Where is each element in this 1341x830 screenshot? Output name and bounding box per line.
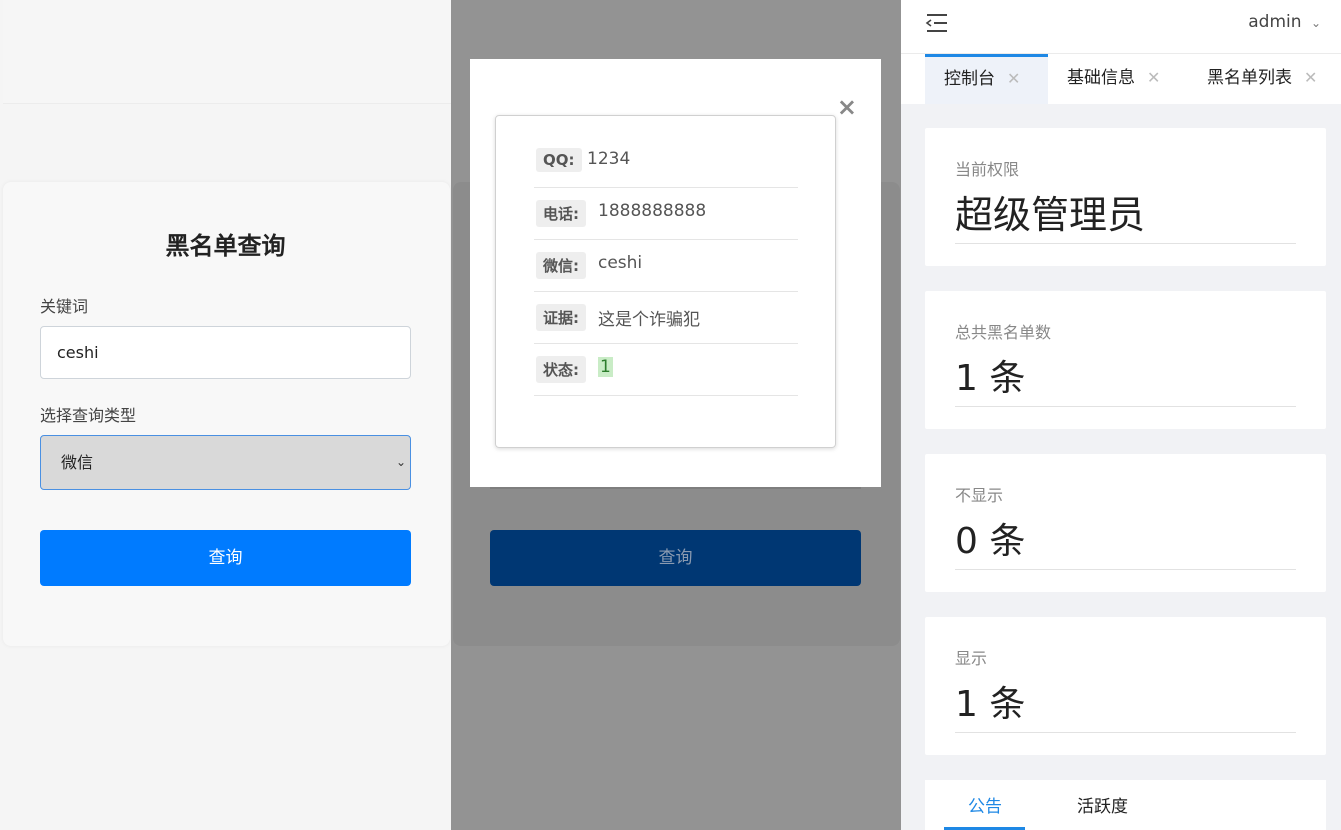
tab-label: 基础信息 — [1067, 68, 1135, 88]
stat-value: 1 条 — [955, 358, 1026, 399]
tab-activity[interactable]: 活跃度 — [1077, 792, 1128, 817]
tab-basic-info[interactable]: 基础信息 ✕ — [1067, 54, 1160, 104]
user-menu[interactable]: admin ⌄ — [1248, 12, 1321, 32]
status-badge: 1 — [598, 357, 613, 377]
stat-caption: 不显示 — [955, 486, 1004, 505]
close-icon[interactable]: × — [837, 93, 857, 121]
keyword-input[interactable]: ceshi — [40, 326, 411, 379]
header: admin ⌄ — [901, 0, 1341, 54]
page-title: 黑名单查询 — [165, 232, 286, 260]
result-card: QQ: 1234 电话: 1888888888 微信: ceshi 证据: 这是… — [495, 115, 836, 448]
result-value: 1234 — [587, 149, 631, 169]
search-panel: 黑名单查询 关键词 ceshi 选择查询类型 微信 ⌄ 查询 — [0, 0, 451, 830]
divider — [955, 732, 1296, 733]
result-value: ceshi — [598, 253, 643, 273]
tab-bar: 控制台 ✕ 基础信息 ✕ 黑名单列表 ✕ — [901, 54, 1341, 104]
result-row: 微信: ceshi — [534, 240, 798, 292]
stat-card-total: 总共黑名单数 1 条 — [925, 291, 1326, 429]
tab-console[interactable]: 控制台 ✕ — [925, 54, 1048, 104]
result-row: 证据: 这是个诈骗犯 — [534, 292, 798, 344]
menu-fold-icon[interactable] — [925, 12, 949, 34]
tab-label: 黑名单列表 — [1207, 68, 1292, 88]
bottom-tabs: 公告 活跃度 — [925, 780, 1326, 830]
result-panel: 查询 × QQ: 1234 电话: 1888888888 微信: ceshi 证… — [451, 0, 901, 830]
result-modal: × QQ: 1234 电话: 1888888888 微信: ceshi 证据: … — [470, 59, 881, 487]
result-key: QQ: — [536, 148, 582, 172]
type-select[interactable]: 微信 ⌄ — [40, 435, 411, 490]
query-button[interactable]: 查询 — [40, 530, 411, 586]
tab-label: 控制台 — [944, 69, 995, 89]
type-select-value: 微信 — [61, 453, 94, 472]
stat-caption: 总共黑名单数 — [955, 323, 1052, 342]
result-row: 电话: 1888888888 — [534, 188, 798, 240]
stat-value: 超级管理员 — [955, 193, 1146, 237]
stat-value: 0 条 — [955, 521, 1026, 562]
tab-notice[interactable]: 公告 — [968, 792, 1002, 817]
stat-caption: 当前权限 — [955, 160, 1020, 179]
dimmed-query-button: 查询 — [490, 530, 861, 586]
stat-card-shown: 显示 1 条 — [925, 617, 1326, 755]
divider — [955, 569, 1296, 570]
chevron-down-icon: ⌄ — [1310, 16, 1321, 30]
user-name: admin — [1248, 12, 1302, 32]
close-icon[interactable]: ✕ — [1007, 69, 1020, 88]
stat-card-hidden: 不显示 0 条 — [925, 454, 1326, 592]
close-icon[interactable]: ✕ — [1147, 68, 1160, 87]
top-bar — [3, 0, 451, 104]
stat-card-permission: 当前权限 超级管理员 — [925, 128, 1326, 266]
result-value: 1888888888 — [598, 201, 707, 221]
result-key: 状态: — [536, 356, 586, 383]
result-key: 证据: — [536, 304, 586, 331]
dashboard-panel: admin ⌄ 控制台 ✕ 基础信息 ✕ 黑名单列表 ✕ 当前权限 超级管理员 总共黑… — [901, 0, 1341, 830]
result-key: 微信: — [536, 252, 586, 279]
result-row: QQ: 1234 — [534, 136, 798, 188]
keyword-label: 关键词 — [40, 297, 89, 316]
type-label: 选择查询类型 — [40, 406, 137, 425]
tab-blacklist[interactable]: 黑名单列表 ✕ — [1207, 54, 1317, 104]
chevron-down-icon: ⌄ — [395, 455, 406, 469]
divider — [955, 406, 1296, 407]
result-key: 电话: — [536, 200, 586, 227]
result-value: 这是个诈骗犯 — [598, 310, 700, 330]
close-icon[interactable]: ✕ — [1304, 68, 1317, 87]
result-row: 状态: 1 — [534, 344, 798, 396]
stat-caption: 显示 — [955, 649, 988, 668]
divider — [955, 243, 1296, 244]
stat-value: 1 条 — [955, 684, 1026, 725]
